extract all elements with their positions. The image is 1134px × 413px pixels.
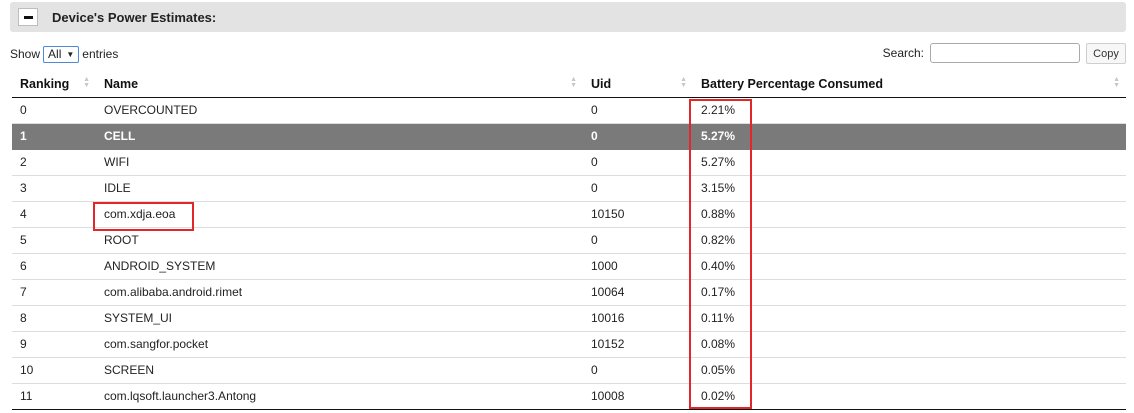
cell-ranking: 9	[12, 331, 96, 358]
cell-battery: 0.11%	[693, 305, 1126, 332]
cell-name: com.sangfor.pocket	[96, 331, 583, 358]
search-label: Search:	[882, 46, 924, 60]
cell-battery: 0.40%	[693, 253, 1126, 280]
cell-name: com.xdja.eoa	[96, 201, 583, 228]
entries-label: entries	[82, 47, 119, 61]
cell-ranking: 6	[12, 253, 96, 280]
cell-battery: 0.17%	[693, 279, 1126, 306]
column-header-battery[interactable]: Battery Percentage Consumed ▲ ▼	[693, 72, 1126, 98]
table-header-row: Ranking ▲ ▼ Name ▲ ▼ Uid ▲ ▼ Battery Percen…	[12, 72, 1126, 98]
column-header-label: Uid	[591, 77, 612, 92]
power-estimates-table: Ranking ▲ ▼ Name ▲ ▼ Uid ▲ ▼ Battery Percen…	[12, 72, 1126, 410]
cell-battery: 5.27%	[693, 123, 1126, 150]
table-row[interactable]: 5 ROOT 0 0.82%	[12, 227, 1126, 254]
cell-name: OVERCOUNTED	[96, 97, 583, 124]
cell-name: SCREEN	[96, 357, 583, 384]
entries-control: Show All ▼ entries	[10, 44, 118, 64]
cell-uid: 10008	[583, 383, 693, 410]
table-row[interactable]: 4 com.xdja.eoa 10150 0.88%	[12, 201, 1126, 228]
cell-ranking: 1	[12, 123, 96, 150]
cell-ranking: 11	[12, 383, 96, 410]
cell-battery: 0.05%	[693, 357, 1126, 384]
table-body: 0 OVERCOUNTED 0 2.21% 1 CELL 0 5.27% 2 WIFI 0 5.27%…	[12, 97, 1126, 410]
cell-uid: 0	[583, 97, 693, 124]
table-row[interactable]: 3 IDLE 0 3.15%	[12, 175, 1126, 202]
cell-uid: 0	[583, 123, 693, 150]
cell-uid: 1000	[583, 253, 693, 280]
cell-uid: 10152	[583, 331, 693, 358]
cell-name: ROOT	[96, 227, 583, 254]
search-area: Search:	[883, 43, 1080, 63]
table-row[interactable]: 11 com.lqsoft.launcher3.Antong 10008 0.02%	[12, 383, 1126, 410]
show-label: Show	[10, 47, 41, 61]
cell-ranking: 10	[12, 357, 96, 384]
cell-ranking: 4	[12, 201, 96, 228]
cell-ranking: 5	[12, 227, 96, 254]
panel-title: Device's Power Estimates:	[52, 10, 217, 25]
cell-uid: 10150	[583, 201, 693, 228]
cell-name: com.alibaba.android.rimet	[96, 279, 583, 306]
cell-ranking: 3	[12, 175, 96, 202]
cell-name: com.lqsoft.launcher3.Antong	[96, 383, 583, 410]
column-header-name[interactable]: Name ▲ ▼	[96, 72, 583, 98]
sort-icon: ▲ ▼	[680, 76, 687, 89]
collapse-icon[interactable]	[18, 8, 38, 26]
cell-ranking: 8	[12, 305, 96, 332]
column-header-ranking[interactable]: Ranking ▲ ▼	[12, 72, 96, 98]
cell-ranking: 2	[12, 149, 96, 176]
cell-name: IDLE	[96, 175, 583, 202]
sort-icon: ▲ ▼	[1113, 76, 1120, 89]
entries-selected-value: All	[48, 47, 62, 61]
sort-icon: ▲ ▼	[83, 76, 90, 89]
cell-battery: 0.08%	[693, 331, 1126, 358]
chevron-down-icon: ▼	[66, 49, 75, 59]
cell-name: WIFI	[96, 149, 583, 176]
cell-battery: 2.21%	[693, 97, 1126, 124]
table-row[interactable]: 9 com.sangfor.pocket 10152 0.08%	[12, 331, 1126, 358]
sort-icon: ▲ ▼	[570, 76, 577, 89]
cell-uid: 10016	[583, 305, 693, 332]
cell-battery: 0.02%	[693, 383, 1126, 410]
table-row[interactable]: 0 OVERCOUNTED 0 2.21%	[12, 97, 1126, 124]
cell-name: CELL	[96, 123, 583, 150]
cell-ranking: 0	[12, 97, 96, 124]
cell-ranking: 7	[12, 279, 96, 306]
column-header-label: Name	[104, 77, 139, 92]
table-row[interactable]: 2 WIFI 0 5.27%	[12, 149, 1126, 176]
cell-uid: 10064	[583, 279, 693, 306]
cell-battery: 3.15%	[693, 175, 1126, 202]
column-header-label: Battery Percentage Consumed	[701, 77, 884, 92]
column-header-label: Ranking	[20, 77, 70, 92]
copy-button[interactable]: Copy	[1086, 43, 1126, 64]
cell-uid: 0	[583, 357, 693, 384]
table-row[interactable]: 1 CELL 0 5.27%	[12, 123, 1126, 150]
panel-header: Device's Power Estimates:	[10, 2, 1126, 32]
cell-name: ANDROID_SYSTEM	[96, 253, 583, 280]
cell-battery: 0.88%	[693, 201, 1126, 228]
cell-uid: 0	[583, 175, 693, 202]
table-row[interactable]: 7 com.alibaba.android.rimet 10064 0.17%	[12, 279, 1126, 306]
cell-uid: 0	[583, 227, 693, 254]
entries-select[interactable]: All ▼	[43, 45, 80, 63]
table-row[interactable]: 10 SCREEN 0 0.05%	[12, 357, 1126, 384]
cell-name: SYSTEM_UI	[96, 305, 583, 332]
search-input[interactable]	[930, 43, 1080, 63]
column-header-uid[interactable]: Uid ▲ ▼	[583, 72, 693, 98]
table-row[interactable]: 6 ANDROID_SYSTEM 1000 0.40%	[12, 253, 1126, 280]
table-row[interactable]: 8 SYSTEM_UI 10016 0.11%	[12, 305, 1126, 332]
cell-battery: 5.27%	[693, 149, 1126, 176]
cell-uid: 0	[583, 149, 693, 176]
cell-battery: 0.82%	[693, 227, 1126, 254]
